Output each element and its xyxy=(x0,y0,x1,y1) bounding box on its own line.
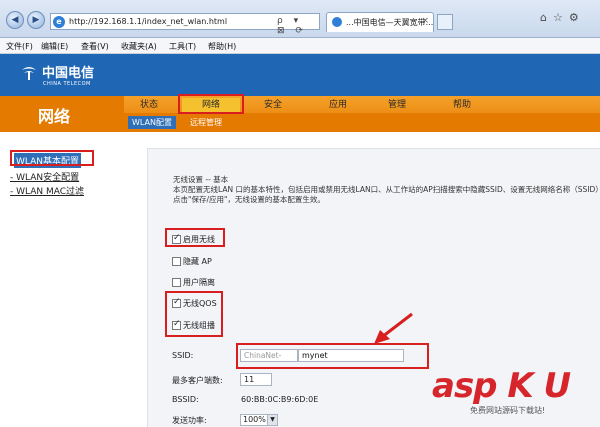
brand-name-cn: 中国电信 xyxy=(42,66,95,81)
url-input[interactable]: e http://192.168.1.1/index_net_wlan.html… xyxy=(50,13,320,46)
brand-name-en: CHINA TELECOM xyxy=(43,81,91,87)
user-isolation-checkbox[interactable]: 用户隔离 xyxy=(172,277,215,288)
back-icon[interactable]: ◀ xyxy=(6,11,24,29)
intro-description-2: 点击"保存/应用"，无线设置的基本配置生效。 xyxy=(173,195,325,204)
ie-icon: e xyxy=(53,16,65,28)
highlight-enable-wireless xyxy=(165,228,225,247)
menu-edit[interactable]: 编辑(E) xyxy=(41,41,68,52)
highlight-wlan-basic xyxy=(10,150,94,166)
section-header: 网络 xyxy=(0,96,124,132)
bssid-label: BSSID: xyxy=(172,395,199,404)
highlight-qos-multicast xyxy=(165,291,223,337)
browser-menu-bar: 文件(F) 编辑(E) 查看(V) 收藏夹(A) 工具(T) 帮助(H) xyxy=(0,38,600,54)
menu-view[interactable]: 查看(V) xyxy=(81,41,109,52)
tab-application[interactable]: 应用 xyxy=(313,98,363,112)
new-tab-button[interactable] xyxy=(437,14,453,30)
checkbox-hide-ap[interactable] xyxy=(172,257,181,266)
sidebar-item-wlan-security[interactable]: - WLAN安全配置 xyxy=(10,170,79,183)
intro-title: 无线设置 -- 基本 xyxy=(173,175,229,184)
hide-ap-checkbox[interactable]: 隐藏 AP xyxy=(172,256,212,267)
chevron-down-icon[interactable]: ▼ xyxy=(267,415,277,425)
url-text: http://192.168.1.1/index_net_wlan.html xyxy=(69,17,228,26)
browser-address-bar: ◀ ▶ e http://192.168.1.1/index_net_wlan.… xyxy=(0,0,600,46)
menu-favorites[interactable]: 收藏夹(A) xyxy=(121,41,157,52)
brand-banner: 中国电信 CHINA TELECOM xyxy=(0,54,600,96)
tab-security[interactable]: 安全 xyxy=(248,98,298,112)
tx-power-select[interactable]: 100% ▼ xyxy=(240,414,278,426)
tab-title: ...中国电信—天翼宽带... xyxy=(346,18,434,27)
ssid-label: SSID: xyxy=(172,351,194,360)
tab-favicon-icon xyxy=(332,17,342,27)
sidebar-item-wlan-mac-filter[interactable]: - WLAN MAC过滤 xyxy=(10,184,84,197)
checkbox-label: 用户隔离 xyxy=(183,278,215,287)
intro-text: 无线设置 -- 基本 本页配置无线LAN 口的基本特性，包括启用或禁用无线LAN… xyxy=(173,175,600,205)
max-clients-input[interactable]: 11 xyxy=(240,373,272,386)
red-arrow-icon xyxy=(374,312,413,344)
max-clients-label: 最多客户端数: xyxy=(172,376,223,385)
menu-help[interactable]: 帮助(H) xyxy=(208,41,236,52)
tab-help[interactable]: 帮助 xyxy=(437,98,487,112)
watermark-subtitle: 免费网站源码下载站! xyxy=(470,406,546,415)
forward-icon[interactable]: ▶ xyxy=(27,11,45,29)
section-title: 网络 xyxy=(38,107,71,126)
bssid-value: 60:BB:0C:B9:6D:0E xyxy=(241,395,319,404)
highlight-network-tab xyxy=(178,94,244,114)
menu-file[interactable]: 文件(F) xyxy=(6,41,33,52)
subtab-remote-management[interactable]: 远程管理 xyxy=(186,116,226,129)
tx-power-label: 发送功率: xyxy=(172,416,207,425)
browser-tool-icons[interactable]: ⌂☆⚙ xyxy=(540,11,585,24)
tab-status[interactable]: 状态 xyxy=(124,98,174,112)
intro-description: 本页配置无线LAN 口的基本特性，包括启用或禁用无线LAN口、从工作站的AP扫描… xyxy=(173,185,600,194)
checkbox-label: 隐藏 AP xyxy=(183,257,212,266)
tab-close-icon[interactable]: × xyxy=(421,16,429,26)
main-navigation: 网络 状态 网络 安全 应用 管理 帮助 WLAN配置 远程管理 xyxy=(0,96,600,132)
checkbox-user-isolation[interactable] xyxy=(172,278,181,287)
tx-power-value: 100% xyxy=(243,415,266,424)
china-telecom-logo-icon xyxy=(22,67,36,80)
tab-management[interactable]: 管理 xyxy=(372,98,422,112)
menu-tools[interactable]: 工具(T) xyxy=(169,41,196,52)
highlight-ssid xyxy=(236,343,429,369)
browser-tab[interactable]: ...中国电信—天翼宽带... × xyxy=(326,12,434,32)
sub-navigation: WLAN配置 远程管理 xyxy=(124,113,600,132)
watermark-logo: asp K U xyxy=(432,366,571,406)
subtab-wlan-config[interactable]: WLAN配置 xyxy=(128,116,177,129)
